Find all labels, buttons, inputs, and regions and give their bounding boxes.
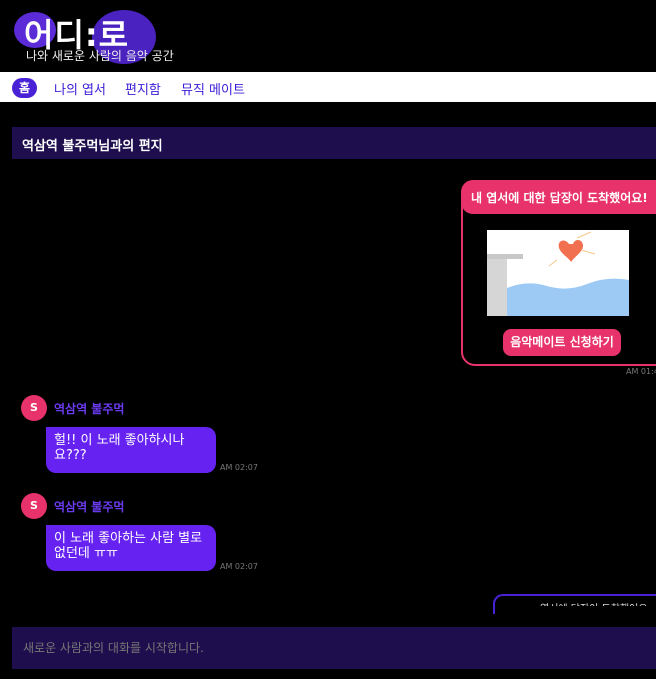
nav-item-my-postcards[interactable]: 나의 엽서 [54,79,106,98]
chat-title: 역삼역 불주먹님과의 편지 [22,139,163,154]
nav-bar: 나의 엽서 편지함 뮤직 메이트 [0,72,656,102]
card-timestamp: AM 01:4 [626,367,656,376]
message-sender: 역삼역 불주먹 [54,500,125,514]
app-header: 어디:로 나와 새로운 사람의 음악 공간 [0,0,656,72]
message-input[interactable] [21,640,625,656]
message-timestamp: AM 02:07 [220,562,258,571]
chat-title-bar: 역삼역 불주먹님과의 편지 [12,127,656,159]
message-input-bar [12,627,656,669]
nav-item-music-mate[interactable]: 뮤직 메이트 [181,79,245,98]
nav-item-home[interactable]: 홈 [12,78,37,98]
postcard-image[interactable] [487,230,629,316]
music-mate-request-button[interactable]: 음악메이트 신청하기 [503,329,621,356]
postcard-illustration [487,230,629,316]
message-sender: 역삼역 불주먹 [54,402,125,416]
message-timestamp: AM 02:07 [220,463,258,472]
app-tagline: 나와 새로운 사람의 음악 공간 [26,49,174,63]
nav-item-mailbox[interactable]: 편지함 [125,79,161,98]
message-bubble: 이 노래 좋아하는 사람 별로 없던데 ㅠㅠ [46,525,216,571]
avatar[interactable]: S [21,493,47,519]
reply-card-heading: 내 엽서에 대한 답장이 도착했어요! [471,191,648,205]
reply-card-header: 내 엽서에 대한 답장이 도착했어요! [461,180,656,214]
avatar[interactable]: S [21,395,47,421]
partial-card-text: 엽서에 답장이 도착했어요 [540,600,656,606]
message-bubble: 헐!! 이 노래 좋아하시나요??? [46,427,216,473]
